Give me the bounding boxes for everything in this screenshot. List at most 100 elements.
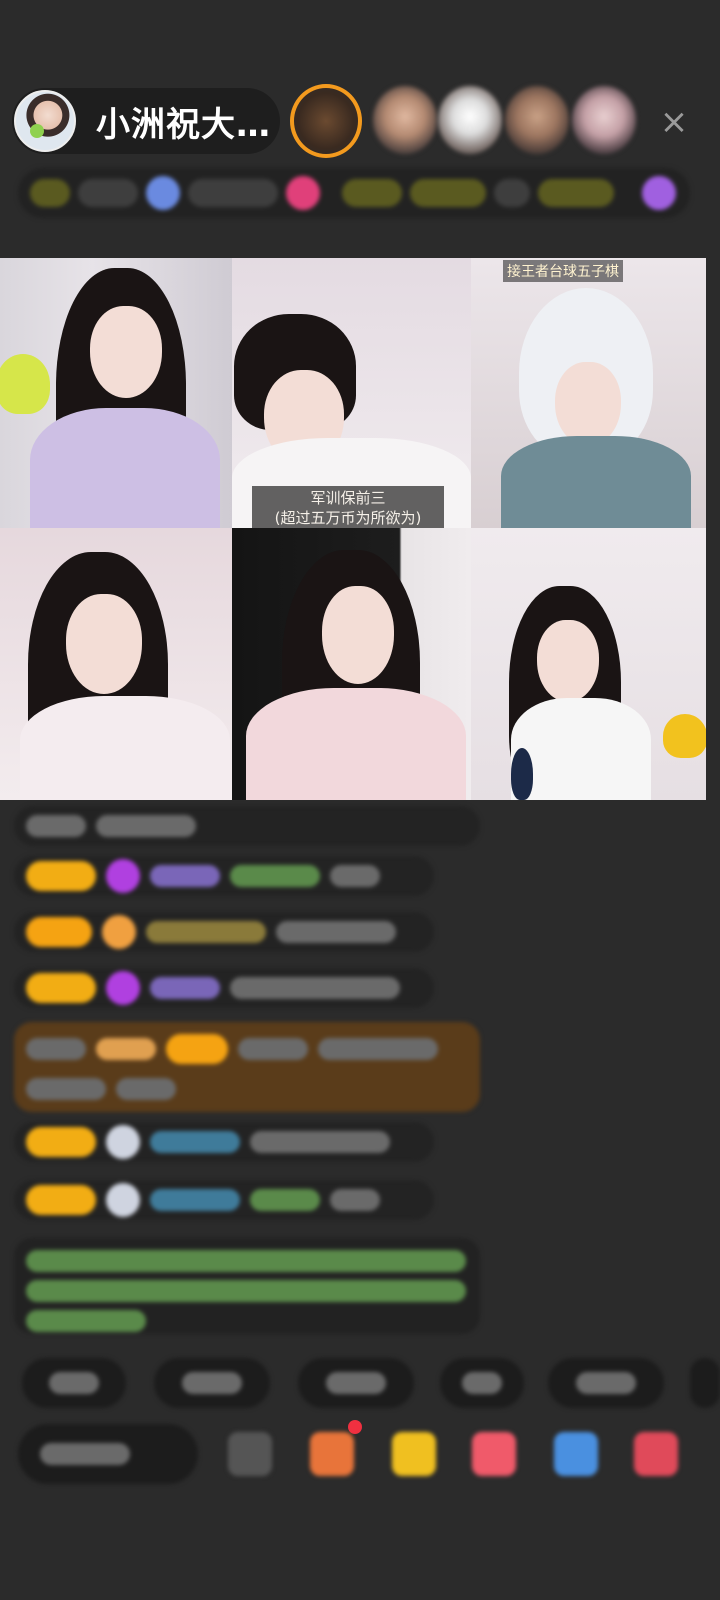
gift-message-row xyxy=(26,1078,468,1100)
user-avatar xyxy=(106,859,140,893)
viewer-avatar-4[interactable] xyxy=(505,86,569,154)
chat-message[interactable] xyxy=(14,1180,434,1220)
gift-message[interactable] xyxy=(14,1022,480,1112)
status-chip xyxy=(342,179,402,207)
video-caption: 军训保前三 (超过五万币为所欲为) xyxy=(252,486,444,528)
chat-message[interactable] xyxy=(14,806,480,846)
quick-reply-label xyxy=(462,1372,502,1394)
chat-message[interactable] xyxy=(14,968,434,1008)
quick-reply-label xyxy=(326,1372,386,1394)
gift-message-row xyxy=(26,1034,468,1064)
multi-guest-video-grid: 军训保前三 (超过五万币为所欲为) 接王者台球五子棋 xyxy=(0,258,706,800)
user-avatar xyxy=(106,1125,140,1159)
video-cell-6[interactable] xyxy=(471,528,706,800)
user-badge xyxy=(26,861,96,891)
chat-text xyxy=(26,815,86,837)
gift-icon[interactable] xyxy=(310,1432,354,1476)
video-cell-3[interactable]: 接王者台球五子棋 xyxy=(471,258,706,528)
quick-reply-button[interactable] xyxy=(22,1358,126,1408)
user-badge xyxy=(26,1185,96,1215)
chat-input[interactable] xyxy=(18,1424,198,1484)
chat-username xyxy=(238,1038,308,1060)
status-dot xyxy=(286,176,320,210)
viewer-avatar-3[interactable] xyxy=(438,86,502,154)
chat-message[interactable] xyxy=(14,912,434,952)
status-chip xyxy=(188,179,278,207)
viewer-avatar-5[interactable] xyxy=(572,86,636,154)
user-badge xyxy=(26,973,96,1003)
notice-text xyxy=(26,1310,146,1332)
chat-text xyxy=(276,921,396,943)
streamer-body xyxy=(30,408,220,528)
chat-username xyxy=(150,977,220,999)
chat-text xyxy=(330,1189,380,1211)
share-icon[interactable] xyxy=(554,1432,598,1476)
status-dot xyxy=(146,176,180,210)
video-cell-1[interactable] xyxy=(0,258,232,528)
user-badge xyxy=(166,1034,228,1064)
streamer-body xyxy=(501,436,691,528)
close-button[interactable]: × xyxy=(652,100,696,144)
user-avatar xyxy=(102,915,136,949)
gift-box-icon[interactable] xyxy=(392,1432,436,1476)
video-cell-4[interactable] xyxy=(0,528,232,800)
quick-reply-label xyxy=(576,1372,636,1394)
gift-badge xyxy=(96,1038,156,1060)
notice-text xyxy=(26,1250,466,1272)
quick-reply-button[interactable] xyxy=(548,1358,664,1408)
host-name: 小洲祝大… xyxy=(96,104,271,145)
status-chip xyxy=(494,179,530,207)
plush-toy xyxy=(0,354,50,414)
close-icon: × xyxy=(659,102,689,142)
caption-line-1: 军训保前三 xyxy=(310,489,386,507)
host-avatar[interactable] xyxy=(14,90,76,152)
streamer-face xyxy=(555,362,621,446)
host-info-pill[interactable]: 小洲祝大… xyxy=(12,88,280,154)
chat-text xyxy=(26,1078,106,1100)
chat-mention xyxy=(250,1189,320,1211)
quick-reply-button[interactable] xyxy=(298,1358,414,1408)
quick-reply-button[interactable] xyxy=(690,1358,720,1408)
chat-text xyxy=(330,865,380,887)
chat-message[interactable] xyxy=(14,1122,434,1162)
notification-dot xyxy=(348,1420,362,1434)
caption-line-2: (超过五万币为所欲为) xyxy=(274,509,422,527)
quick-reply-button[interactable] xyxy=(154,1358,270,1408)
status-bar xyxy=(18,168,690,218)
chat-username xyxy=(146,921,266,943)
chat-text xyxy=(230,977,400,999)
stream-topic-label: 接王者台球五子棋 xyxy=(503,260,623,282)
user-avatar xyxy=(106,971,140,1005)
top-viewer-avatar-1[interactable] xyxy=(290,84,362,158)
streamer-face xyxy=(537,620,599,702)
chat-input-placeholder xyxy=(40,1443,130,1465)
chat-text xyxy=(318,1038,438,1060)
quick-reply-label xyxy=(182,1372,242,1394)
status-chip xyxy=(538,179,614,207)
chat-mention xyxy=(230,865,320,887)
status-chip xyxy=(78,179,138,207)
chat-text xyxy=(26,1038,86,1060)
status-chip xyxy=(30,179,70,207)
chat-message[interactable] xyxy=(14,856,434,896)
status-chip xyxy=(410,179,486,207)
notice-text xyxy=(26,1280,466,1302)
chat-username xyxy=(150,865,220,887)
viewer-avatar-2[interactable] xyxy=(373,86,437,154)
user-badge xyxy=(26,1127,96,1157)
user-badge xyxy=(26,917,92,947)
video-cell-5[interactable] xyxy=(232,528,471,800)
chat-username xyxy=(150,1131,240,1153)
microphone xyxy=(511,748,533,800)
chat-bubble-icon[interactable] xyxy=(472,1432,516,1476)
system-notice xyxy=(14,1238,480,1334)
chat-username xyxy=(150,1189,240,1211)
video-cell-2[interactable]: 军训保前三 (超过五万币为所欲为) xyxy=(232,258,471,528)
emoji-icon[interactable] xyxy=(228,1432,272,1476)
quick-reply-button[interactable] xyxy=(440,1358,524,1408)
quick-reply-label xyxy=(49,1372,99,1394)
more-icon[interactable] xyxy=(634,1432,678,1476)
user-avatar xyxy=(106,1183,140,1217)
streamer-face xyxy=(66,594,142,694)
streamer-body xyxy=(20,696,230,800)
